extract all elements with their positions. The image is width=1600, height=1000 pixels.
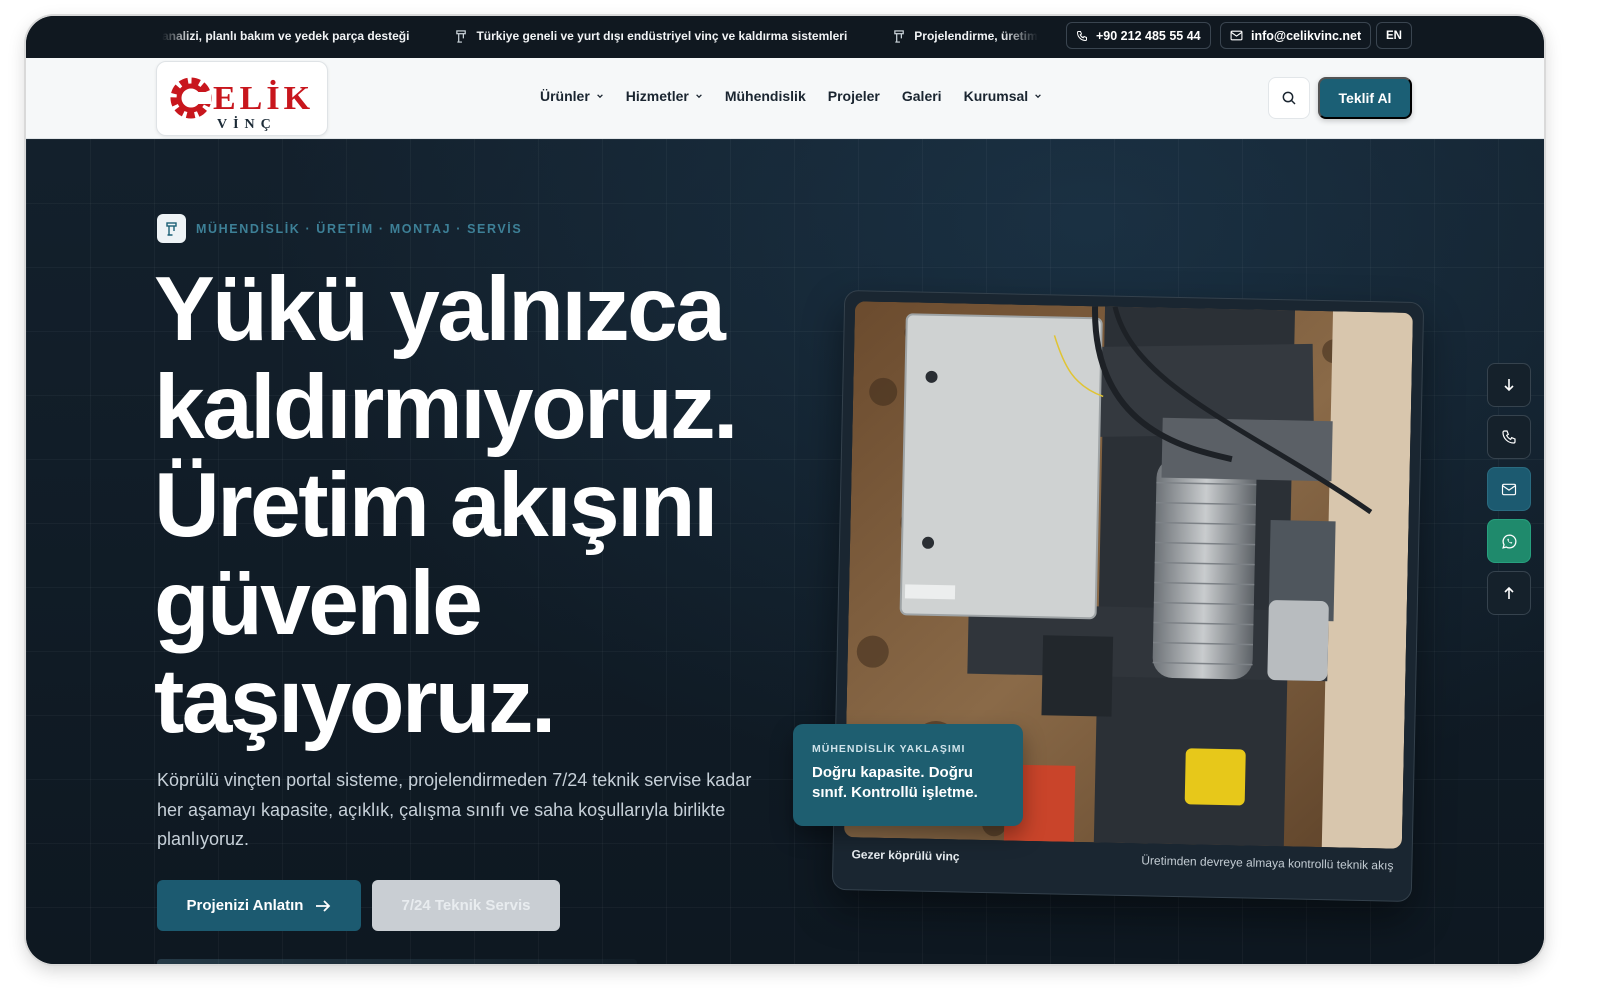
ticker-item-label: Türkiye geneli ve yurt dışı endüstriyel … — [476, 29, 848, 43]
nav-item-label: Hizmetler — [625, 88, 689, 104]
ticker-item: Türkiye geneli ve yurt dışı endüstriyel … — [455, 29, 847, 43]
email-address: info@celikvinc.net — [1251, 28, 1362, 43]
nav-item-urunler[interactable]: Ürünler — [540, 88, 604, 104]
scroll-down-button[interactable] — [1487, 363, 1531, 407]
crane-icon — [165, 221, 177, 236]
phone-icon — [1502, 430, 1516, 444]
nav-item-kurumsal[interactable]: Kurumsal — [964, 88, 1043, 104]
headline-line: güvenle — [154, 553, 483, 654]
engineering-approach-card: MÜHENDİSLİK YAKLAŞIMI Doğru kapasite. Do… — [793, 724, 1023, 826]
arrow-right-icon — [316, 899, 331, 912]
whatsapp-button[interactable] — [1487, 519, 1531, 563]
search-button[interactable] — [1268, 77, 1310, 119]
get-quote-button[interactable]: Teklif Al — [1318, 77, 1412, 119]
headline-line: Yükü yalnızca — [154, 259, 726, 360]
phone-number: +90 212 485 55 44 — [1096, 28, 1201, 43]
describe-project-button[interactable]: Projenizi Anlatın — [157, 880, 361, 931]
announcement-ticker: analizi, planlı bakım ve yedek parça des… — [162, 16, 1038, 58]
eyebrow-text: MÜHENDİSLİK · ÜRETİM · MONTAJ · SERVİS — [196, 221, 523, 236]
arrow-down-icon — [1504, 379, 1514, 392]
chevron-down-icon — [1035, 94, 1042, 99]
eyebrow-badge — [157, 214, 186, 243]
language-switch[interactable]: EN — [1376, 22, 1412, 49]
nav-item-projeler[interactable]: Projeler — [828, 88, 880, 104]
chevron-down-icon — [596, 94, 603, 99]
hero-description: Köprülü vinçten portal sisteme, projelen… — [157, 770, 752, 849]
celik-vinc-logo: ELİK VİNÇ — [170, 77, 314, 132]
hero-section: MÜHENDİSLİK · ÜRETİM · MONTAJ · SERVİS Y… — [26, 139, 1544, 964]
headline-line: Üretim akışını — [154, 455, 718, 556]
nav-item-hizmetler[interactable]: Hizmetler — [626, 88, 703, 104]
logo-subline: VİNÇ — [217, 115, 277, 132]
hero-eyebrow: MÜHENDİSLİK · ÜRETİM · MONTAJ · SERVİS — [157, 214, 522, 243]
phone-link[interactable]: +90 212 485 55 44 — [1066, 22, 1211, 49]
floating-action-rail — [1487, 363, 1531, 615]
site-logo[interactable]: ELİK VİNÇ — [156, 61, 328, 136]
ticker-item-label: Projelendirme, üretim, mo — [914, 29, 1038, 43]
hero-headline: Yükü yalnızca kaldırmıyoruz. Üretim akış… — [154, 261, 794, 751]
hero-footnote-placeholder — [157, 959, 637, 964]
nav-item-muhendislik[interactable]: Mühendislik — [725, 88, 806, 104]
crane-icon — [456, 29, 467, 43]
headline-line: kaldırmıyoruz. — [154, 357, 738, 458]
scroll-top-button[interactable] — [1487, 571, 1531, 615]
image-caption-subtitle: Üretimden devreye almaya kontrollü tekni… — [1141, 853, 1394, 873]
nav-item-galeri[interactable]: Galeri — [902, 88, 942, 104]
cta-primary-label: Projenizi Anlatın — [186, 897, 304, 914]
logo-wordmark: ELİK — [213, 79, 314, 117]
mail-icon — [1501, 483, 1517, 495]
browser-viewport: analizi, planlı bakım ve yedek parça des… — [26, 16, 1544, 964]
mail-icon — [1230, 30, 1243, 41]
technical-service-button[interactable]: 7/24 Teknik Servis — [372, 880, 560, 931]
eng-card-title: Doğru kapasite. Doğru sınıf. Kontrollü i… — [812, 764, 978, 801]
call-button[interactable] — [1487, 415, 1531, 459]
whatsapp-icon — [1501, 533, 1516, 549]
main-header: ELİK VİNÇ Ürünler Hizmetler Mühendislik … — [26, 58, 1544, 139]
search-icon — [1282, 91, 1296, 105]
nav-item-label: Kurumsal — [963, 88, 1029, 104]
nav-item-label: Projeler — [827, 88, 880, 104]
phone-icon — [1076, 30, 1087, 41]
primary-nav: Ürünler Hizmetler Mühendislik Projeler G… — [540, 88, 1042, 104]
ticker-item-label: analizi, planlı bakım ve yedek parça des… — [162, 29, 410, 43]
arrow-up-icon — [1504, 586, 1514, 599]
email-button[interactable] — [1487, 467, 1531, 511]
eng-card-kicker: MÜHENDİSLİK YAKLAŞIMI — [812, 743, 966, 755]
top-info-bar: analizi, planlı bakım ve yedek parça des… — [26, 16, 1544, 58]
nav-item-label: Galeri — [901, 88, 942, 104]
image-caption-title: Gezer köprülü vinç — [851, 847, 960, 864]
ticker-item: analizi, planlı bakım ve yedek parça des… — [162, 29, 409, 43]
email-link[interactable]: info@celikvinc.net — [1220, 22, 1372, 49]
ticker-item: Projelendirme, üretim, mo — [893, 29, 1038, 43]
headline-line: taşıyoruz. — [154, 651, 556, 752]
nav-item-label: Ürünler — [540, 88, 590, 104]
crane-icon — [894, 29, 905, 43]
nav-item-label: Mühendislik — [724, 88, 806, 104]
chevron-down-icon — [695, 94, 702, 99]
